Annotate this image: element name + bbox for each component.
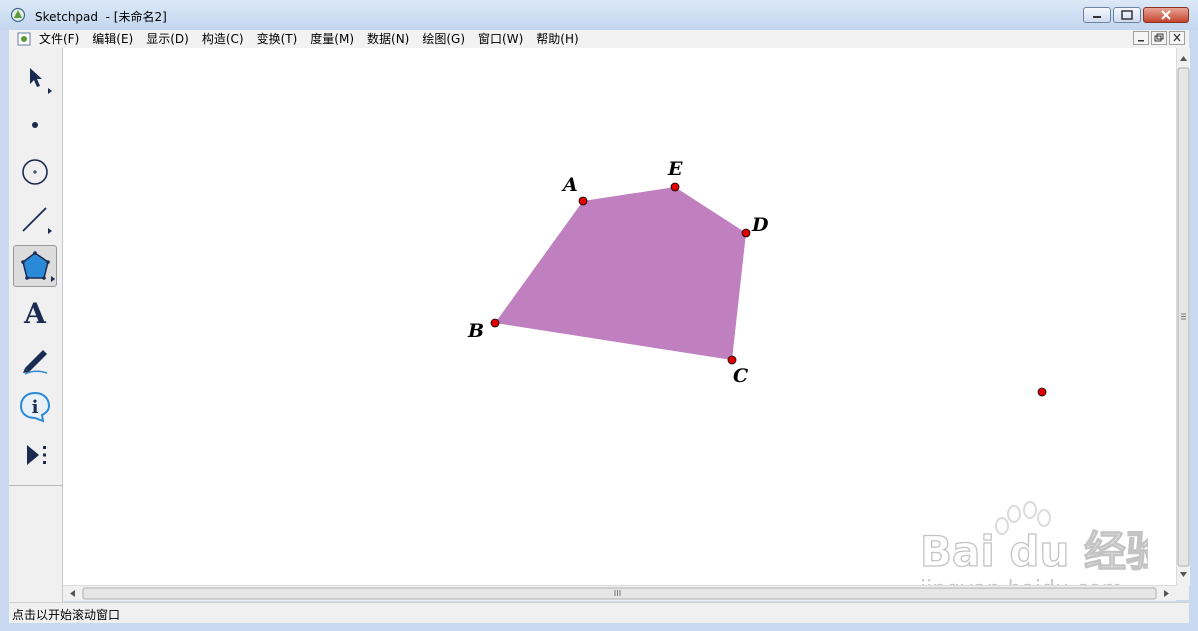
polygon-icon (21, 251, 55, 282)
toolbox-separator (9, 485, 62, 486)
point-B[interactable] (490, 318, 500, 328)
point-E[interactable] (670, 182, 680, 192)
text-A-icon: A (23, 297, 47, 330)
point-A[interactable] (578, 196, 588, 206)
watermark-brand: Bai du 经验 (920, 527, 1148, 576)
doc-restore-button[interactable] (1151, 31, 1167, 45)
point-icon (32, 122, 38, 128)
select-arrow-tool[interactable] (13, 58, 57, 100)
window-title: Sketchpad - [未命名2] (35, 10, 167, 24)
document-icon[interactable] (17, 32, 31, 46)
horizontal-scrollbar[interactable] (63, 585, 1176, 601)
vertical-scrollbar[interactable] (1176, 48, 1190, 585)
scrollbar-corner (1176, 585, 1189, 600)
menu-construct[interactable]: 构造(C) (202, 31, 251, 47)
label-E[interactable]: E (667, 158, 683, 180)
scroll-left-arrow-icon[interactable] (70, 590, 75, 597)
label-A[interactable]: A (561, 174, 578, 196)
menu-help[interactable]: 帮助(H) (536, 31, 585, 47)
menu-display[interactable]: 显示(D) (146, 31, 196, 47)
minimize-button[interactable] (1083, 7, 1111, 23)
info-icon: i (19, 391, 51, 423)
window-controls (1083, 7, 1189, 23)
doc-close-button[interactable] (1169, 31, 1185, 45)
menu-measure[interactable]: 度量(M) (310, 31, 361, 47)
marker-pen-icon (23, 350, 48, 375)
svg-text:i: i (32, 397, 39, 418)
menu-transform[interactable]: 变换(T) (257, 31, 305, 47)
label-C[interactable]: C (733, 365, 748, 387)
circle-icon (22, 159, 48, 185)
toolbox: A i (9, 48, 63, 602)
scroll-right-arrow-icon[interactable] (1164, 590, 1169, 597)
sketchpad-app-icon[interactable] (10, 7, 26, 23)
scroll-up-arrow-icon[interactable] (1180, 56, 1187, 61)
maximize-button[interactable] (1113, 7, 1141, 23)
menu-items: 文件(F) 编辑(E) 显示(D) 构造(C) 变换(T) 度量(M) 数据(N… (39, 31, 592, 47)
custom-tool-icon (27, 445, 46, 465)
svg-text:A: A (23, 297, 47, 330)
menu-edit[interactable]: 编辑(E) (92, 31, 140, 47)
close-button[interactable] (1143, 7, 1189, 23)
point-D[interactable] (741, 228, 751, 238)
point-tool[interactable] (13, 104, 57, 146)
custom-tool[interactable] (13, 434, 57, 476)
menu-bar: 文件(F) 编辑(E) 显示(D) 构造(C) 变换(T) 度量(M) 数据(N… (9, 30, 1189, 49)
doc-minimize-button[interactable] (1133, 31, 1149, 45)
status-bar: 点击以开始滚动窗口 (9, 602, 1189, 624)
menu-data[interactable]: 数据(N) (367, 31, 416, 47)
label-B[interactable]: B (467, 320, 484, 342)
compass-tool[interactable] (13, 151, 57, 193)
text-tool[interactable]: A (13, 292, 57, 334)
arrow-icon (30, 68, 52, 94)
information-tool[interactable]: i (13, 386, 57, 428)
scroll-down-arrow-icon[interactable] (1180, 572, 1187, 577)
label-D[interactable]: D (751, 214, 769, 236)
status-text: 点击以开始滚动窗口 (12, 608, 121, 622)
point-C[interactable] (727, 355, 737, 365)
menu-window[interactable]: 窗口(W) (478, 31, 530, 47)
free-point[interactable] (1037, 387, 1047, 397)
marker-tool[interactable] (13, 338, 57, 380)
menu-file[interactable]: 文件(F) (39, 31, 86, 47)
polygon-ABCDE[interactable] (495, 187, 746, 360)
line-segment-icon (22, 207, 52, 234)
document-window-controls (1133, 31, 1185, 45)
polygon-tool[interactable] (13, 245, 57, 287)
menu-graph[interactable]: 绘图(G) (422, 31, 472, 47)
window-frame-bottom (0, 623, 1198, 631)
straightedge-tool[interactable] (13, 198, 57, 240)
title-bar: Sketchpad - [未命名2] (0, 0, 1198, 30)
